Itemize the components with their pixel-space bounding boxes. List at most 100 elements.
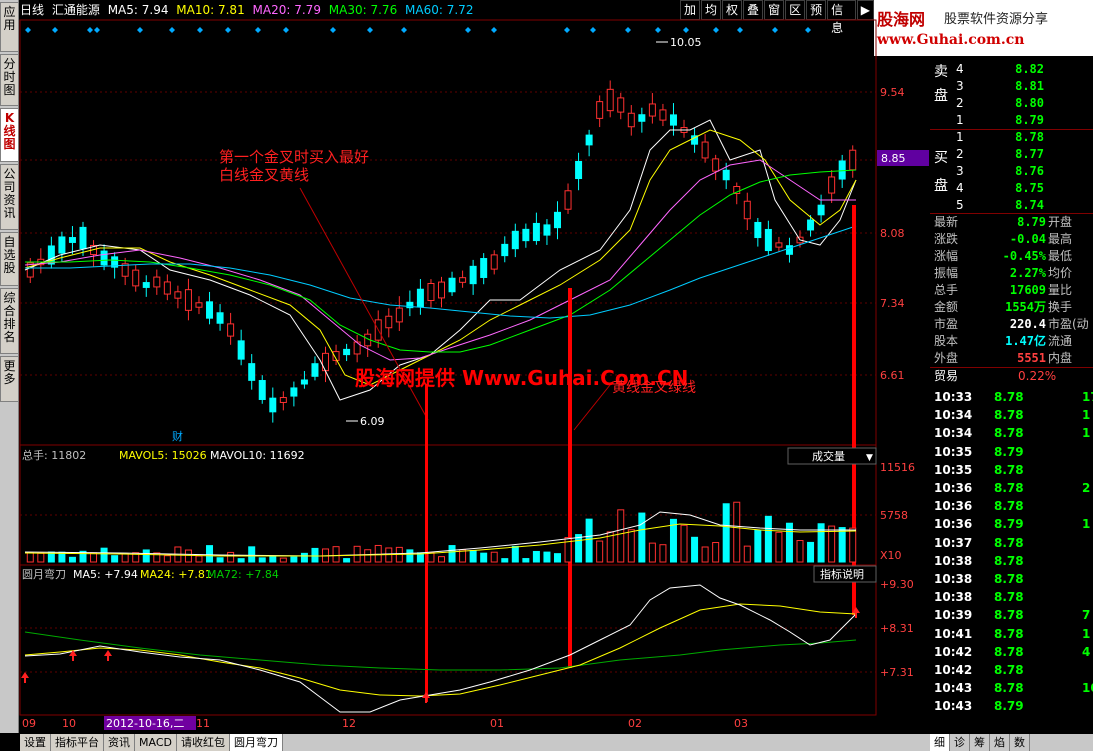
- volume-bar: [343, 558, 351, 563]
- tab-diagnose[interactable]: 诊: [950, 734, 970, 751]
- stat-row: 外盘 5551 内盘: [934, 351, 1073, 365]
- volume-total: 总手: 11802: [22, 448, 86, 462]
- candle-body: [627, 112, 635, 128]
- signal-line-2: [568, 288, 572, 668]
- trade-row: 10:35 8.78: [934, 461, 1093, 479]
- candle-body: [416, 288, 424, 308]
- axis-label: 6.61: [880, 369, 905, 382]
- candle-body: [754, 221, 762, 239]
- ma30-line: [25, 169, 857, 353]
- trade-time: 10:43: [934, 699, 973, 714]
- sell-row[interactable]: 1 8.79: [930, 112, 1093, 129]
- trade-time: 10:33: [934, 390, 973, 404]
- axis-label: 5758: [880, 509, 908, 522]
- candle-body: [712, 158, 720, 172]
- sell-row[interactable]: 4 8.82: [930, 61, 1093, 78]
- mavol10-label: MAVOL10: 11692: [210, 449, 305, 462]
- volume-type-label: 成交量: [812, 449, 845, 463]
- mavol5-line: [24, 511, 856, 557]
- right-tabs: 细 诊 筹 焰 数: [930, 734, 1093, 751]
- low-label: 6.09: [360, 415, 385, 428]
- trade-volume: 1: [1082, 517, 1091, 532]
- candle-body: [669, 114, 677, 126]
- candle-body: [216, 312, 224, 324]
- buy-arrows: [21, 607, 860, 703]
- tab-crescent-blade[interactable]: 圆月弯刀: [229, 734, 283, 751]
- trade-price: 8.78: [994, 608, 1024, 623]
- date-label: 10: [62, 717, 76, 730]
- trade-time: 10:35: [934, 444, 973, 459]
- sell-row[interactable]: 2 8.80: [930, 95, 1093, 112]
- stat-row: 总手 17609 量比: [934, 283, 1073, 297]
- volume-bar: [100, 547, 108, 563]
- bottom-tabs: 设置 指标平台 资讯 MACD 请收红包 圆月弯刀: [20, 734, 930, 751]
- candle-body: [838, 160, 846, 180]
- trade-volume: 10: [1082, 681, 1093, 696]
- volume-bar: [722, 503, 730, 563]
- trade-row: 10:42 8.78: [934, 661, 1093, 679]
- tab-detail[interactable]: 细: [930, 734, 950, 751]
- volume-bar: [796, 540, 804, 563]
- volume-bar: [68, 556, 76, 563]
- volume-bar: [553, 553, 561, 563]
- chevron-down-icon: ▼: [866, 453, 873, 463]
- axis-label: X10: [880, 549, 902, 562]
- price-axis: 9.54 8.08 7.34 6.61: [880, 86, 905, 382]
- trade-price: 8.79: [994, 517, 1024, 532]
- trade-row: 10:43 8.79: [934, 697, 1093, 715]
- date-label-selected: 2012-10-16,二: [106, 717, 184, 730]
- tab-red-packet[interactable]: 请收红包: [176, 734, 230, 751]
- volume-bar: [596, 540, 604, 563]
- date-label: 02: [628, 717, 642, 730]
- volume-bar: [733, 501, 741, 563]
- tab-data[interactable]: 数: [1010, 734, 1030, 751]
- brand-slogan: 股票软件资源分享: [944, 12, 1049, 27]
- axis-label: +9.30: [880, 578, 914, 591]
- candle-body: [311, 363, 319, 377]
- volume-bar: [300, 552, 308, 563]
- candle-body: [543, 224, 551, 236]
- candle-body: [448, 277, 456, 293]
- volume-bar: [743, 545, 751, 563]
- trade-time: 10:35: [934, 462, 973, 477]
- volume-bar: [163, 555, 171, 563]
- buy-row[interactable]: 1 8.78: [930, 129, 1093, 146]
- volume-bar: [26, 552, 34, 563]
- tab-flame[interactable]: 焰: [990, 734, 1010, 751]
- tab-settings[interactable]: 设置: [20, 734, 51, 751]
- trade-row: 10:36 8.79 1: [934, 515, 1093, 533]
- trade-row: 10:42 8.78 4: [934, 643, 1093, 661]
- volume-bar: [184, 549, 192, 563]
- trade-price: 8.78: [994, 590, 1024, 605]
- trade-time: 10:42: [934, 644, 973, 659]
- buy-row[interactable]: 3 8.76: [930, 163, 1093, 180]
- buy-row[interactable]: 4 8.75: [930, 180, 1093, 197]
- candle-body: [184, 289, 192, 311]
- trading-app: { "left_tabs":[{"label":"应用"},{"label":"…: [0, 0, 1093, 751]
- volume-bar: [364, 549, 372, 563]
- trade-price: 8.78: [994, 663, 1024, 677]
- indicator-ma72: MA72: +7.84: [207, 568, 279, 581]
- trade-time: 10:38: [934, 553, 973, 568]
- volume-bar: [680, 524, 688, 563]
- buy-row[interactable]: 5 8.74: [930, 197, 1093, 214]
- candle-body: [828, 176, 836, 194]
- tab-macd[interactable]: MACD: [135, 734, 177, 751]
- candle-body: [764, 228, 772, 252]
- trade-price: 8.78: [994, 681, 1024, 696]
- sell-row[interactable]: 3 8.81: [930, 78, 1093, 95]
- volume-bar: [216, 557, 224, 563]
- trade-row: 10:35 8.79: [934, 443, 1093, 461]
- high-label: 10.05: [670, 36, 702, 49]
- annotation-first-cross: 第一个金叉时买入最好: [219, 148, 369, 166]
- date-label: 12: [342, 717, 356, 730]
- tab-indicator-platform[interactable]: 指标平台: [51, 734, 104, 751]
- signal-line-1: [425, 384, 428, 702]
- buy-row[interactable]: 2 8.77: [930, 146, 1093, 163]
- trade-price: 8.78: [994, 408, 1024, 423]
- tab-chips[interactable]: 筹: [970, 734, 990, 751]
- tab-news[interactable]: 资讯: [104, 734, 135, 751]
- volume-bar: [206, 545, 214, 563]
- volume-bar: [448, 545, 456, 563]
- mavol5-label: MAVOL5: 15026: [119, 449, 207, 462]
